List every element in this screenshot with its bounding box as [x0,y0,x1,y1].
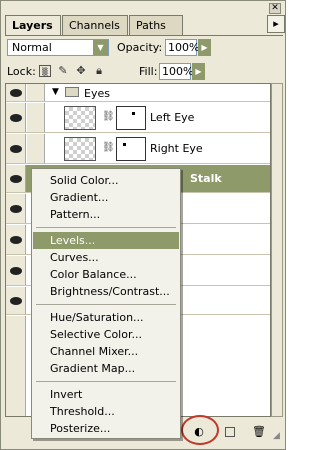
layer-thumbnail [64,137,96,161]
tab-bar: Layers Channels Paths ▸ [5,15,285,36]
menu-item-gradient-map[interactable]: Gradient Map... [33,360,179,377]
layer-row-right-eye[interactable]: ⛓ Right Eye [6,134,270,164]
opacity-slider-arrow-icon[interactable]: ▶ [198,39,211,56]
eye-icon [10,205,22,213]
fill-slider-arrow-icon[interactable]: ▶ [192,63,205,80]
visibility-toggle[interactable] [6,225,26,254]
tab-layers[interactable]: Layers [5,15,61,36]
menu-item-posterize[interactable]: Posterize... [33,420,179,437]
lock-transparency-icon[interactable]: ▒ [39,65,51,77]
menu-item-invert[interactable]: Invert [33,386,179,403]
link-cell[interactable] [27,84,45,101]
lock-all-icon[interactable]: 🔒︎ [93,65,105,77]
blend-mode-select[interactable]: Normal ▼ [7,39,109,56]
eye-icon [10,236,22,244]
tab-paths[interactable]: Paths [129,15,183,35]
eye-icon [10,267,22,275]
menu-item-hue-saturation[interactable]: Hue/Saturation... [33,309,179,326]
visibility-toggle[interactable] [6,84,26,101]
menu-separator [36,227,176,228]
palette-menu-icon[interactable]: ▸ [267,15,285,33]
layer-row-left-eye[interactable]: ⛓ Left Eye [6,103,270,133]
folder-icon [65,87,79,97]
lock-row: Lock: ▒ ✎ ✥ 🔒︎ Fill: 100% ▶ [7,63,277,81]
menu-item-pattern[interactable]: Pattern... [33,206,179,223]
eye-icon [10,89,22,97]
trash-icon[interactable]: 🗑︎ [251,425,267,439]
resize-grip-icon[interactable]: ◢ [273,431,280,441]
lock-label: Lock: [7,65,36,78]
new-layer-icon[interactable] [225,427,235,437]
blend-row: Normal ▼ Opacity: 100% ▶ [7,39,277,59]
menu-item-brightness-contrast[interactable]: Brightness/Contrast... [33,283,179,300]
visibility-toggle[interactable] [6,287,26,314]
link-cell[interactable] [27,103,45,132]
menu-item-curves[interactable]: Curves... [33,249,179,266]
visibility-toggle[interactable] [6,103,26,132]
visibility-toggle[interactable] [6,165,26,192]
menu-item-selective-color[interactable]: Selective Color... [33,326,179,343]
blend-mode-value: Normal [12,41,52,54]
chevron-down-icon[interactable]: ▼ [52,87,59,97]
layer-mask-thumbnail[interactable] [116,106,146,130]
visibility-toggle[interactable] [6,256,26,285]
layer-row-eyes-group[interactable]: ▼ Eyes [6,84,270,102]
eye-icon [10,114,22,122]
lock-paint-brush-icon[interactable]: ✎ [57,65,69,77]
eye-icon [10,175,22,183]
scrollbar[interactable] [271,83,283,417]
tab-channels[interactable]: Channels [62,15,128,35]
chain-link-icon[interactable]: ⛓ [102,111,115,122]
eye-icon [10,297,22,305]
menu-separator [36,304,176,305]
fill-label: Fill: [139,65,158,78]
layers-palette: ✕ Layers Channels Paths ▸ Normal ▼ Opaci… [0,0,286,450]
visibility-toggle[interactable] [6,134,26,163]
menu-item-gradient[interactable]: Gradient... [33,189,179,206]
visibility-toggle[interactable] [6,194,26,223]
layer-name: Eyes [84,87,110,100]
menu-separator [36,381,176,382]
link-cell[interactable] [27,134,45,163]
tab-divider [5,35,283,36]
menu-item-solid-color[interactable]: Solid Color... [33,172,179,189]
menu-item-levels[interactable]: Levels... [33,232,179,249]
layer-name: Right Eye [150,142,203,155]
visibility-column [6,316,26,416]
menu-item-channel-mixer[interactable]: Channel Mixer... [33,343,179,360]
layer-name: Left Eye [150,111,195,124]
adjustment-layer-menu: Solid Color... Gradient... Pattern... Le… [31,168,181,439]
adjustment-layer-icon[interactable]: ◐ [191,425,207,439]
opacity-label: Opacity: [117,41,163,54]
chain-link-icon[interactable]: ⛓ [102,142,115,153]
menu-item-threshold[interactable]: Threshold... [33,403,179,420]
layer-name: Stalk [190,172,222,185]
chevron-down-icon[interactable]: ▼ [93,40,108,55]
close-icon[interactable]: ✕ [269,3,281,14]
menu-item-color-balance[interactable]: Color Balance... [33,266,179,283]
opacity-field[interactable]: 100% [165,39,199,56]
fill-field[interactable]: 100% [159,63,193,80]
lock-position-icon[interactable]: ✥ [75,65,87,77]
layer-mask-thumbnail[interactable] [116,137,146,161]
layer-thumbnail [64,106,96,130]
eye-icon [10,145,22,153]
